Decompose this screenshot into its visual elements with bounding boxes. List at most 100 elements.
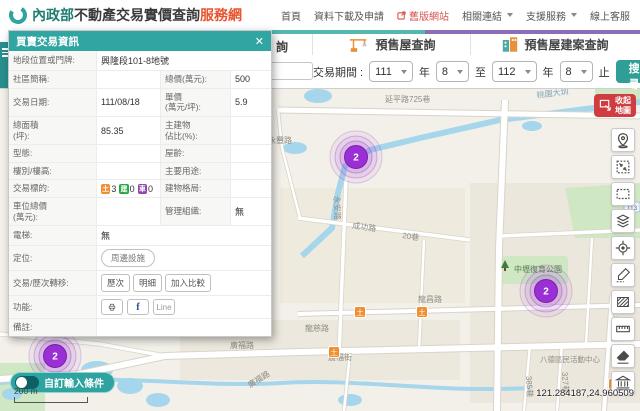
cluster-marker[interactable]: 2: [520, 265, 572, 317]
site-title-prefix: 內政部: [32, 5, 74, 25]
field-value: [97, 198, 161, 225]
field-label: 建物格局:: [161, 180, 231, 197]
month-to-select[interactable]: 8: [560, 61, 593, 82]
table-row: 地段位置或門牌: 興隆段101-8地號: [9, 51, 271, 71]
building-count: 0: [130, 184, 135, 194]
year-from-value: 111: [375, 66, 392, 78]
table-row: 型態: 屋齡:: [9, 145, 271, 163]
nav-home-label: 首頁: [281, 8, 301, 23]
facebook-icon: f: [136, 301, 140, 313]
table-row: 定位: 周邊設施: [9, 246, 271, 271]
field-label: 備註:: [9, 319, 97, 336]
eraser-button[interactable]: [611, 344, 635, 368]
field-label: 功能:: [9, 296, 97, 318]
month-to-value: 8: [566, 66, 572, 78]
svg-text:2: 2: [353, 153, 359, 164]
nearby-facilities-button[interactable]: 周邊設施: [101, 249, 155, 267]
building-badge-icon: 建: [119, 184, 128, 194]
cluster-marker[interactable]: 2: [330, 131, 382, 183]
table-row: 交易標的: 土3 建0 車0 建物格局:: [9, 180, 271, 198]
nav-home[interactable]: 首頁: [281, 8, 301, 23]
period-group: 交易期間 : 111 年 8 至 112 年 8 止 搜尋: [313, 55, 640, 88]
nav-downloads[interactable]: 資料下載及申請: [314, 8, 384, 23]
collapse-map-icon: [599, 99, 612, 112]
site-title-suffix: 服務網: [200, 5, 242, 25]
land-transaction-marker[interactable]: 土: [355, 307, 366, 318]
field-value: [97, 145, 161, 162]
street-label: 龍昌路: [418, 294, 442, 304]
external-link-icon: [397, 11, 406, 20]
tab-partial[interactable]: 詢: [276, 38, 288, 55]
printer-icon: [108, 301, 116, 313]
print-button[interactable]: [101, 299, 123, 315]
field-label: 屋齡:: [161, 145, 231, 162]
ruler-button[interactable]: [611, 317, 635, 341]
land-badge-icon: 土: [101, 184, 110, 194]
locate-icon: [614, 239, 632, 257]
month-from-select[interactable]: 8: [436, 61, 469, 82]
history-button[interactable]: 歷次: [101, 274, 130, 292]
tab-presale[interactable]: 預售屋查詢: [312, 34, 471, 55]
tab-presale-label: 預售屋查詢: [375, 36, 435, 53]
land-count: 3: [111, 184, 116, 194]
locate-button[interactable]: [611, 236, 635, 260]
detail-button[interactable]: 明細: [133, 274, 162, 292]
field-value: [231, 117, 271, 144]
table-row: 車位總價 (萬元): 管理組織: 無: [9, 198, 271, 226]
parking-badge-icon: 車: [138, 184, 147, 194]
eraser-icon: [614, 347, 632, 365]
collapse-label-line2: 地圖: [615, 106, 631, 116]
collapse-map-button[interactable]: 收起 地圖: [594, 94, 636, 117]
add-to-compare-button[interactable]: 加入比較: [165, 274, 211, 292]
building-icon: [501, 36, 519, 53]
nav-old-site[interactable]: 舊版網站: [397, 8, 449, 23]
field-label: 總面積 (坪):: [9, 117, 97, 144]
nav-downloads-label: 資料下載及申請: [314, 8, 384, 23]
street-label: 385巷: [524, 376, 534, 398]
field-value: 85.35: [97, 117, 161, 144]
modal-header: 買賣交易資訊 ✕: [9, 31, 271, 51]
site-header: 內政部 不動產交易實價查詢 服務網 首頁 資料下載及申請 舊版網站 相關連結 支…: [0, 0, 640, 30]
zoom-extent-button[interactable]: [611, 155, 635, 179]
svg-text:2: 2: [543, 287, 549, 298]
field-value: f Line: [97, 296, 271, 318]
field-label: 交易標的:: [9, 180, 97, 197]
year-to-value: 112: [498, 66, 516, 78]
year-from-select[interactable]: 111: [369, 61, 413, 82]
facebook-share-button[interactable]: f: [127, 299, 149, 315]
tab-presale-project[interactable]: 預售屋建案查詢: [470, 34, 639, 55]
street-label: 龍慈路: [305, 323, 329, 333]
nav-online-service-label: 線上客服: [590, 8, 630, 23]
land-transaction-marker[interactable]: 土: [329, 347, 340, 358]
street-view-button[interactable]: [611, 128, 635, 152]
scale-bar: [14, 397, 88, 403]
collapse-label-line1: 收起: [615, 96, 631, 106]
month-from-value: 8: [442, 66, 448, 78]
nav-links[interactable]: 相關連結: [462, 8, 513, 23]
land-transaction-marker[interactable]: 土: [417, 307, 428, 318]
measure-distance-button[interactable]: [611, 263, 635, 287]
nav-support[interactable]: 支援服務: [526, 8, 577, 23]
close-icon[interactable]: ✕: [255, 35, 264, 48]
field-value: [231, 163, 271, 180]
year-to-select[interactable]: 112: [492, 61, 537, 82]
end-label: 止: [599, 64, 610, 80]
field-label: 地段位置或門牌:: [9, 51, 97, 70]
field-value: 周邊設施: [97, 246, 271, 270]
rect-select-button[interactable]: [611, 182, 635, 206]
ruler-icon: [614, 320, 632, 338]
layers-button[interactable]: [611, 209, 635, 233]
field-value: [97, 163, 161, 180]
line-share-button[interactable]: Line: [153, 299, 175, 315]
field-value: 歷次 明細 加入比較: [97, 271, 271, 295]
chevron-down-icon: [401, 70, 407, 74]
search-button[interactable]: 搜尋: [616, 60, 640, 83]
nav-online-service[interactable]: 線上客服: [590, 8, 630, 23]
measure-area-button[interactable]: [611, 290, 635, 314]
crane-icon: [348, 36, 370, 53]
table-row: 功能: f Line: [9, 296, 271, 319]
field-value: 興隆段101-8地號: [97, 51, 271, 70]
map-toolbar: [611, 128, 635, 395]
top-nav: 首頁 資料下載及申請 舊版網站 相關連結 支援服務 線上客服: [281, 8, 640, 23]
field-value: 111/08/18: [97, 89, 161, 116]
